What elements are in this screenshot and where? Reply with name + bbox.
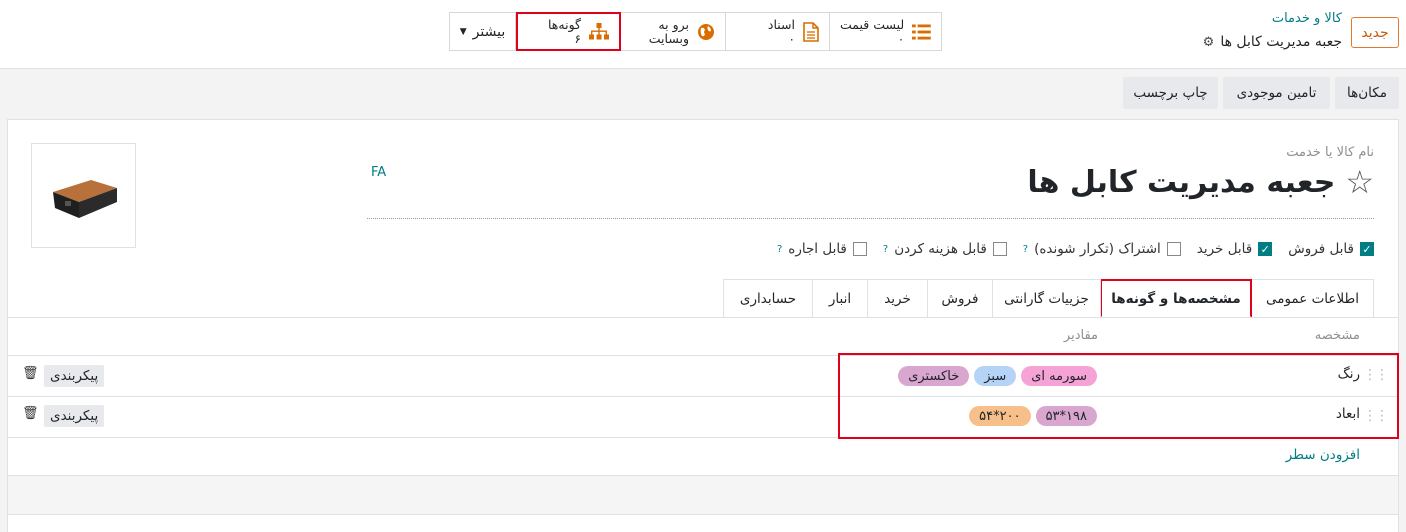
- column-header-values[interactable]: مقادیر: [1064, 328, 1098, 343]
- variants-stat-button[interactable]: گونه‌ها ۶: [516, 12, 621, 51]
- empty-checkbox-icon: [992, 242, 1007, 256]
- subscription-label: اشتراک (تکرار شونده): [1034, 241, 1161, 257]
- caret-down-icon: ▼: [459, 26, 467, 37]
- locations-button[interactable]: مکان‌ها: [1335, 77, 1399, 109]
- product-name: جعبه مدیریت کابل ها: [1027, 164, 1336, 200]
- help-icon[interactable]: ?: [1023, 244, 1028, 255]
- add-line-link[interactable]: افزودن سطر: [1286, 447, 1360, 463]
- empty-checkbox-icon: [1166, 242, 1181, 256]
- document-icon: [803, 21, 819, 42]
- breadcrumb-current: جعبه مدیریت کابل ها ⚙: [1203, 34, 1342, 50]
- pricelist-stat-label: لیست قیمت: [840, 16, 905, 32]
- can-be-sold-label: قابل فروش: [1288, 241, 1354, 257]
- notebook-tabs: اطلاعات عمومی مشخصه‌ها و گونه‌ها جزییات …: [723, 279, 1374, 318]
- check-icon: ✓: [1258, 242, 1273, 256]
- go-to-website-label-2: وبسایت: [648, 30, 689, 46]
- help-icon[interactable]: ?: [777, 244, 782, 255]
- configure-button[interactable]: پیکربندی: [44, 405, 105, 427]
- gear-icon[interactable]: ⚙: [1203, 35, 1215, 50]
- checkbox-can-be-sold[interactable]: ✓ قابل فروش: [1288, 241, 1374, 257]
- product-name-label: نام کالا یا خدمت: [1286, 145, 1374, 160]
- tab-accounting[interactable]: حسابداری: [723, 279, 813, 318]
- breadcrumb-current-label: جعبه مدیریت کابل ها: [1220, 34, 1342, 50]
- can-be-expensed-label: قابل هزینه کردن: [894, 241, 987, 257]
- print-labels-button[interactable]: چاپ برچسب: [1123, 77, 1218, 109]
- documents-stat-value: ۰: [788, 31, 795, 46]
- go-to-website-button[interactable]: برو به وبسایت: [620, 12, 726, 51]
- product-title-field[interactable]: ☆ جعبه مدیریت کابل ها: [1027, 163, 1374, 201]
- product-image[interactable]: [31, 143, 136, 248]
- variants-stat-value: ۶: [574, 31, 581, 46]
- highlight-attribute-rows: [838, 353, 1399, 439]
- trash-icon[interactable]: 🗑: [22, 406, 39, 421]
- check-icon: ✓: [1360, 242, 1374, 256]
- replenish-button[interactable]: تامین موجودی: [1223, 77, 1330, 109]
- help-icon[interactable]: ?: [883, 244, 888, 255]
- documents-stat-button[interactable]: اسناد ۰: [725, 12, 830, 51]
- tab-general-info[interactable]: اطلاعات عمومی: [1251, 279, 1374, 318]
- globe-icon: [698, 23, 714, 40]
- pricelist-stat-value: ۰: [897, 31, 905, 46]
- empty-row-band: [8, 476, 1398, 514]
- star-icon[interactable]: ☆: [1345, 163, 1374, 201]
- go-to-website-label-1: برو به: [658, 16, 689, 32]
- documents-stat-label: اسناد: [767, 16, 795, 32]
- empty-checkbox-icon: [852, 242, 867, 256]
- variants-stat-label: گونه‌ها: [548, 16, 581, 32]
- checkbox-can-be-rented[interactable]: قابل اجاره ?: [777, 241, 867, 257]
- can-be-rented-label: قابل اجاره: [788, 241, 847, 257]
- tab-sales[interactable]: فروش: [927, 279, 993, 318]
- can-be-purchased-label: قابل خرید: [1196, 241, 1253, 257]
- breadcrumb-parent[interactable]: کالا و خدمات: [1272, 11, 1342, 26]
- tab-inventory[interactable]: انبار: [812, 279, 868, 318]
- checkbox-can-be-expensed[interactable]: قابل هزینه کردن ?: [883, 241, 1007, 257]
- trash-icon[interactable]: 🗑: [22, 366, 39, 381]
- configure-button[interactable]: پیکربندی: [44, 365, 105, 387]
- language-toggle[interactable]: FA: [371, 165, 386, 180]
- pricelist-stat-button[interactable]: لیست قیمت ۰: [829, 12, 942, 51]
- tab-warranty-details[interactable]: جزییات گارانتی: [992, 279, 1101, 318]
- list-icon: [912, 23, 931, 40]
- checkbox-subscription[interactable]: اشتراک (تکرار شونده) ?: [1023, 241, 1181, 257]
- title-underline: [367, 218, 1374, 219]
- tab-purchase[interactable]: خرید: [867, 279, 928, 318]
- new-button[interactable]: جدید: [1351, 17, 1399, 48]
- more-dropdown-button[interactable]: ▼ بیشتر: [449, 12, 516, 51]
- tab-attributes-variants[interactable]: مشخصه‌ها و گونه‌ها: [1100, 279, 1252, 318]
- table-row-border: [8, 514, 1398, 515]
- product-type-checkboxes: ✓ قابل فروش ✓ قابل خرید اشتراک (تکرار شو…: [777, 241, 1374, 257]
- checkbox-can-be-purchased[interactable]: ✓ قابل خرید: [1196, 241, 1273, 257]
- column-header-attribute[interactable]: مشخصه: [1315, 328, 1360, 343]
- sitemap-icon: [589, 22, 609, 39]
- table-top-border: [8, 317, 1398, 318]
- more-label: بیشتر: [472, 23, 506, 40]
- cable-box-image: [52, 179, 117, 218]
